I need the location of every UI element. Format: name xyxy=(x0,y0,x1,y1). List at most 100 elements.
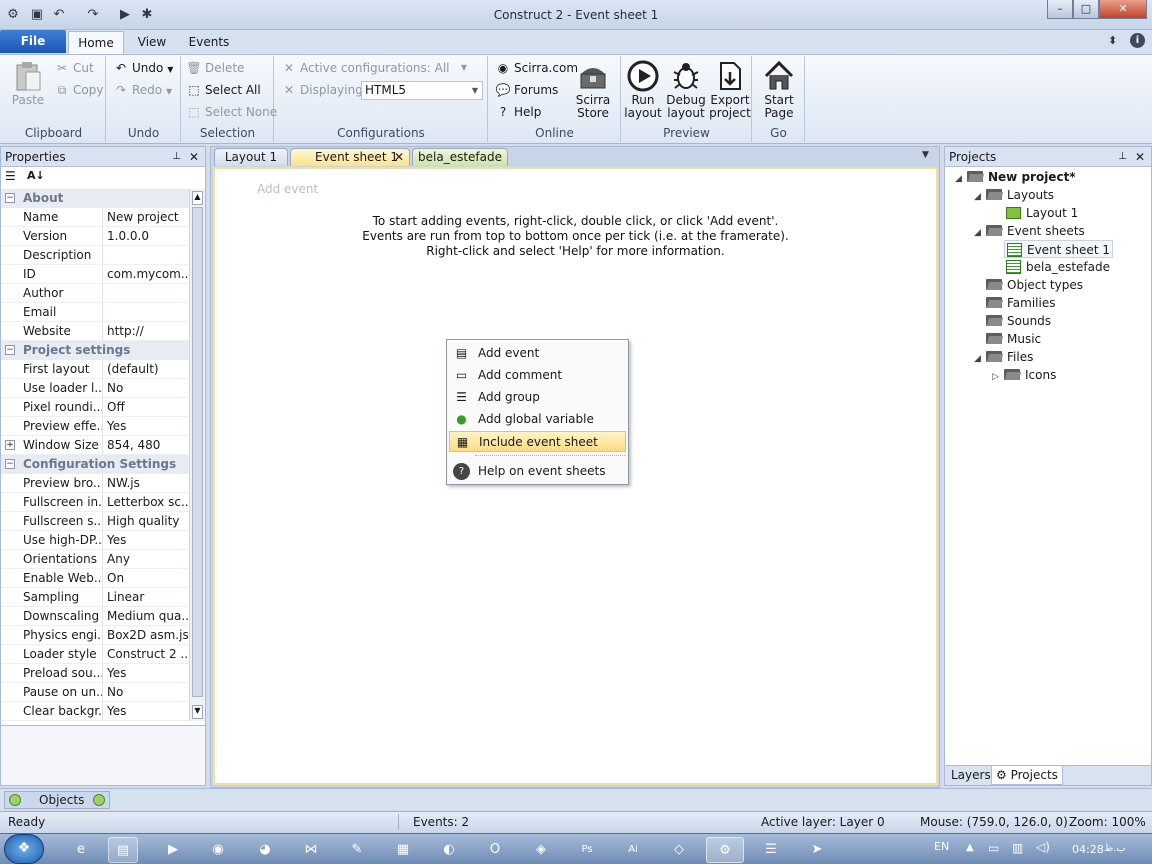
taskbar-notepad-icon[interactable]: ✎ xyxy=(342,837,372,863)
categorized-view-icon[interactable]: ☰ xyxy=(5,169,16,183)
tree-layout-1[interactable]: Layout 1 xyxy=(1006,204,1078,222)
tab-file[interactable]: File xyxy=(0,30,66,53)
property-row[interactable]: ID com.mycom... xyxy=(1,265,189,284)
forums-link[interactable]: 💬 Forums xyxy=(495,80,559,100)
menu-item-add-group[interactable]: ☰ Add group xyxy=(449,387,626,408)
taskbar-media-icon[interactable]: ▶ xyxy=(158,837,188,863)
scirra-link[interactable]: ◉ Scirra.com xyxy=(495,58,578,78)
delete-button[interactable]: 🗑 Delete xyxy=(186,58,244,78)
maximize-button[interactable]: □ xyxy=(1073,0,1099,19)
property-row[interactable]: Fullscreen in... Letterbox sc... xyxy=(1,493,189,512)
taskbar-illustrator-icon[interactable]: Ai xyxy=(618,837,648,863)
property-value[interactable]: NW.js xyxy=(107,474,189,492)
tab-events[interactable]: Events xyxy=(184,31,234,54)
debug-layout-button[interactable]: Debug layout xyxy=(665,60,707,120)
property-value[interactable]: http:// xyxy=(107,322,189,340)
start-page-button[interactable]: Start Page xyxy=(757,60,801,120)
cut-button[interactable]: ✂ Cut xyxy=(54,58,94,78)
property-row[interactable]: Use loader l... No xyxy=(1,379,189,398)
select-none-button[interactable]: ⬚ Select None xyxy=(186,102,277,122)
menu-item-add-comment[interactable]: ▭ Add comment xyxy=(449,365,626,386)
property-row[interactable]: Email xyxy=(1,303,189,322)
menu-item-add-event[interactable]: ▤ Add event xyxy=(449,343,626,364)
clock-time[interactable]: 04:28 xyxy=(1072,843,1104,856)
tree-sounds[interactable]: Sounds xyxy=(986,312,1051,330)
taskbar-chrome-icon[interactable]: ◉ xyxy=(203,837,233,863)
property-row[interactable]: Pixel roundi... Off xyxy=(1,398,189,417)
property-value[interactable]: com.mycom... xyxy=(107,265,189,283)
property-row[interactable]: Use high-DP... Yes xyxy=(1,531,189,550)
collapse-toggle-icon[interactable]: − xyxy=(5,193,15,203)
close-icon[interactable]: ✕ xyxy=(189,147,199,167)
property-value[interactable]: Yes xyxy=(107,664,189,682)
property-value[interactable]: No xyxy=(107,683,189,701)
close-button[interactable]: ✕ xyxy=(1099,0,1147,19)
property-row[interactable]: Name New project xyxy=(1,208,189,227)
pin-icon[interactable]: ⊥ xyxy=(172,147,181,167)
property-value[interactable]: Any xyxy=(107,550,189,568)
property-value[interactable]: New project xyxy=(107,208,189,226)
help-link[interactable]: ? Help xyxy=(495,102,542,122)
property-value[interactable]: Linear xyxy=(107,588,189,606)
property-value[interactable]: Medium qua... xyxy=(107,607,189,625)
property-row[interactable]: First layout (default) xyxy=(1,360,189,379)
select-all-button[interactable]: ⬚ Select All xyxy=(186,80,260,100)
property-row[interactable]: Preload sou... Yes xyxy=(1,664,189,683)
property-value[interactable]: No xyxy=(107,379,189,397)
tree-bela-estefade[interactable]: bela_estefade xyxy=(1006,258,1110,276)
property-value[interactable]: (default) xyxy=(107,360,189,378)
property-row[interactable]: Preview effe... Yes xyxy=(1,417,189,436)
property-value[interactable]: Yes xyxy=(107,417,189,435)
ribbon-minimize-icon[interactable]: ⬍ xyxy=(1108,34,1117,47)
property-row[interactable]: Description xyxy=(1,246,189,265)
property-value[interactable]: Letterbox sc... xyxy=(107,493,189,511)
property-row[interactable]: Fullscreen s... High quality xyxy=(1,512,189,531)
properties-scrollbar[interactable]: ▲ ▼ xyxy=(189,189,205,721)
start-button[interactable]: ❖ xyxy=(4,834,44,864)
minimize-button[interactable]: – xyxy=(1047,0,1073,19)
tree-icons[interactable]: ▷ Icons xyxy=(992,366,1056,384)
property-row[interactable]: Author xyxy=(1,284,189,303)
property-category[interactable]: − Configuration Settings xyxy=(1,455,189,474)
property-row[interactable]: Clear backgr... Yes xyxy=(1,702,189,721)
tree-project-root[interactable]: ◢ New project* xyxy=(955,168,1076,186)
redo-button[interactable]: ↷ Redo ▼ xyxy=(113,80,172,100)
language-indicator[interactable]: EN xyxy=(934,840,949,853)
tray-network-icon[interactable]: ▥ xyxy=(1012,841,1023,855)
property-category[interactable]: − About xyxy=(1,189,189,208)
property-value[interactable]: Box2D asm.js xyxy=(107,626,189,644)
active-configurations-dropdown[interactable]: ✕ Active configurations: All ▼ xyxy=(281,58,471,78)
taskbar-calculator-icon[interactable]: ▦ xyxy=(388,837,418,863)
taskbar-app-icon[interactable]: ◈ xyxy=(526,837,556,863)
tab-objects[interactable]: Objects xyxy=(4,791,110,809)
tree-files[interactable]: ◢ Files xyxy=(974,348,1033,366)
alphabetical-sort-icon[interactable]: A↓ xyxy=(27,169,45,182)
export-project-button[interactable]: Export project xyxy=(708,60,752,120)
taskbar-list-icon[interactable]: ☰ xyxy=(756,837,786,863)
property-row[interactable]: Website http:// xyxy=(1,322,189,341)
property-row[interactable]: + Window Size 854, 480 xyxy=(1,436,189,455)
tab-projects[interactable]: ⚙ Projects xyxy=(991,766,1063,785)
undo-button[interactable]: ↶ Undo ▼ xyxy=(113,58,173,78)
taskbar-explorer-icon[interactable]: ▤ xyxy=(108,837,138,863)
property-value[interactable]: 1.0.0.0 xyxy=(107,227,189,245)
property-value[interactable]: Construct 2 ... xyxy=(107,645,189,663)
tab-home[interactable]: Home xyxy=(68,31,124,54)
property-value[interactable]: Off xyxy=(107,398,189,416)
collapse-toggle-icon[interactable]: − xyxy=(5,345,15,355)
tray-monitor-icon[interactable]: ▭ xyxy=(988,841,999,855)
taskbar-unity-icon[interactable]: ◇ xyxy=(664,837,694,863)
taskbar-construct2-icon[interactable]: ⚙ xyxy=(706,837,744,863)
tree-music[interactable]: Music xyxy=(986,330,1041,348)
menu-item-add-global-variable[interactable]: ● Add global variable xyxy=(449,409,626,430)
tab-layout-1[interactable]: Layout 1 xyxy=(214,148,288,166)
tab-list-dropdown-icon[interactable]: ▼ xyxy=(922,150,929,160)
taskbar-ie-icon[interactable]: e xyxy=(66,837,96,863)
menu-item-help-event-sheets[interactable]: ? Help on event sheets xyxy=(449,461,626,482)
expand-toggle-icon[interactable]: + xyxy=(5,440,15,450)
collapse-toggle-icon[interactable]: − xyxy=(5,459,15,469)
pin-icon[interactable]: ⊥ xyxy=(1118,147,1127,167)
property-row[interactable]: Enable Web... On xyxy=(1,569,189,588)
property-row[interactable]: Physics engi... Box2D asm.js xyxy=(1,626,189,645)
tab-view[interactable]: View xyxy=(130,31,174,54)
